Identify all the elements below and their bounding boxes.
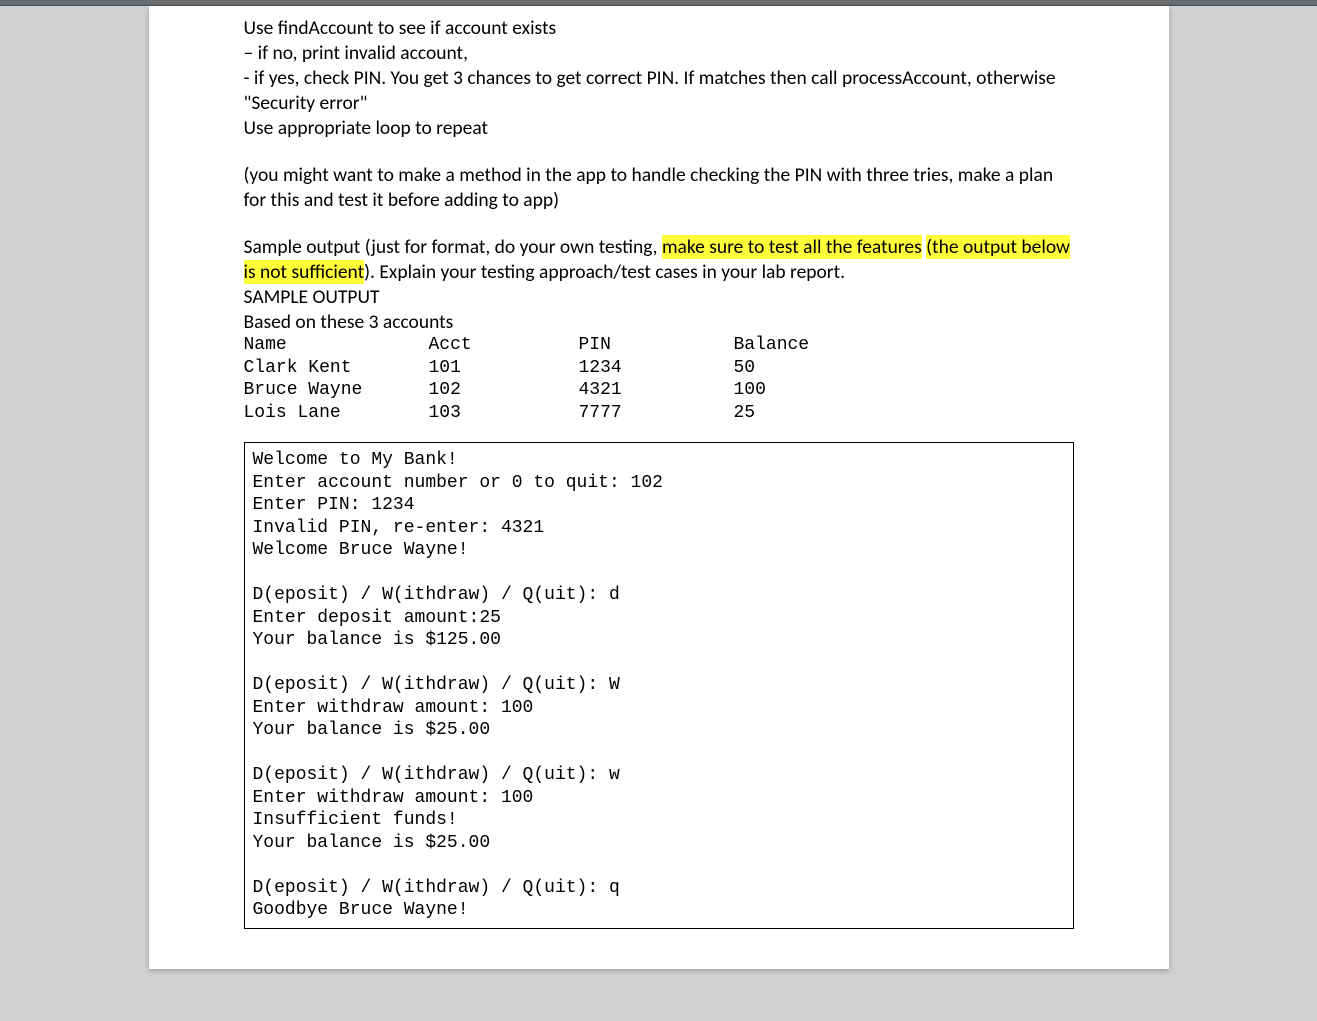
output-line: Your balance is $125.00 [253,629,1065,652]
table-header: Name [244,334,429,357]
instruction-line: Use appropriate loop to repeat [244,116,1074,141]
output-line [253,742,1065,765]
output-line: Enter account number or 0 to quit: 102 [253,472,1065,495]
instruction-line: – if no, print invalid account, [244,41,1074,66]
table-cell: Bruce Wayne [244,379,429,402]
sample-output-box: Welcome to My Bank! Enter account number… [244,442,1074,929]
output-line: Invalid PIN, re-enter: 4321 [253,517,1065,540]
table-cell: 102 [429,379,579,402]
output-line: D(eposit) / W(ithdraw) / Q(uit): q [253,877,1065,900]
page-background: Use findAccount to see if account exists… [0,6,1317,969]
document-page: Use findAccount to see if account exists… [149,6,1169,969]
table-cell: 4321 [579,379,734,402]
output-line [253,652,1065,675]
output-line: Welcome to My Bank! [253,449,1065,472]
table-cell: 7777 [579,402,734,425]
highlighted-text: make sure to test all the features [662,235,922,259]
table-cell: 103 [429,402,579,425]
table-cell: 25 [734,402,1074,425]
document-body: Use findAccount to see if account exists… [244,6,1074,929]
output-line: Welcome Bruce Wayne! [253,539,1065,562]
output-line: Goodbye Bruce Wayne! [253,899,1065,922]
output-line: D(eposit) / W(ithdraw) / Q(uit): d [253,584,1065,607]
intro-text: Sample output (just for format, do your … [244,235,662,259]
output-line: Enter withdraw amount: 100 [253,697,1065,720]
output-line: Your balance is $25.00 [253,719,1065,742]
instruction-line: Use findAccount to see if account exists [244,16,1074,41]
table-header: PIN [579,334,734,357]
sample-output-label: SAMPLE OUTPUT [244,285,1074,310]
table-cell: 100 [734,379,1074,402]
output-line: D(eposit) / W(ithdraw) / Q(uit): W [253,674,1065,697]
table-header: Acct [429,334,579,357]
instruction-note: (you might want to make a method in the … [244,163,1074,213]
table-cell: 1234 [579,357,734,380]
intro-text: ). Explain your testing approach/test ca… [364,260,845,284]
output-line: Insufficient funds! [253,809,1065,832]
table-cell: Lois Lane [244,402,429,425]
output-line: Enter PIN: 1234 [253,494,1065,517]
output-line [253,854,1065,877]
output-line: Enter deposit amount:25 [253,607,1065,630]
output-line: Enter withdraw amount: 100 [253,787,1065,810]
table-cell: Clark Kent [244,357,429,380]
table-cell: 101 [429,357,579,380]
based-on-label: Based on these 3 accounts [244,310,1074,335]
sample-output-intro: Sample output (just for format, do your … [244,235,1074,285]
table-header: Balance [734,334,1074,357]
accounts-table: Name Acct PIN Balance Clark Kent 101 123… [244,334,1074,424]
output-line: D(eposit) / W(ithdraw) / Q(uit): w [253,764,1065,787]
output-line [253,562,1065,585]
table-cell: 50 [734,357,1074,380]
instruction-line: - if yes, check PIN. You get 3 chances t… [244,66,1074,116]
output-line: Your balance is $25.00 [253,832,1065,855]
